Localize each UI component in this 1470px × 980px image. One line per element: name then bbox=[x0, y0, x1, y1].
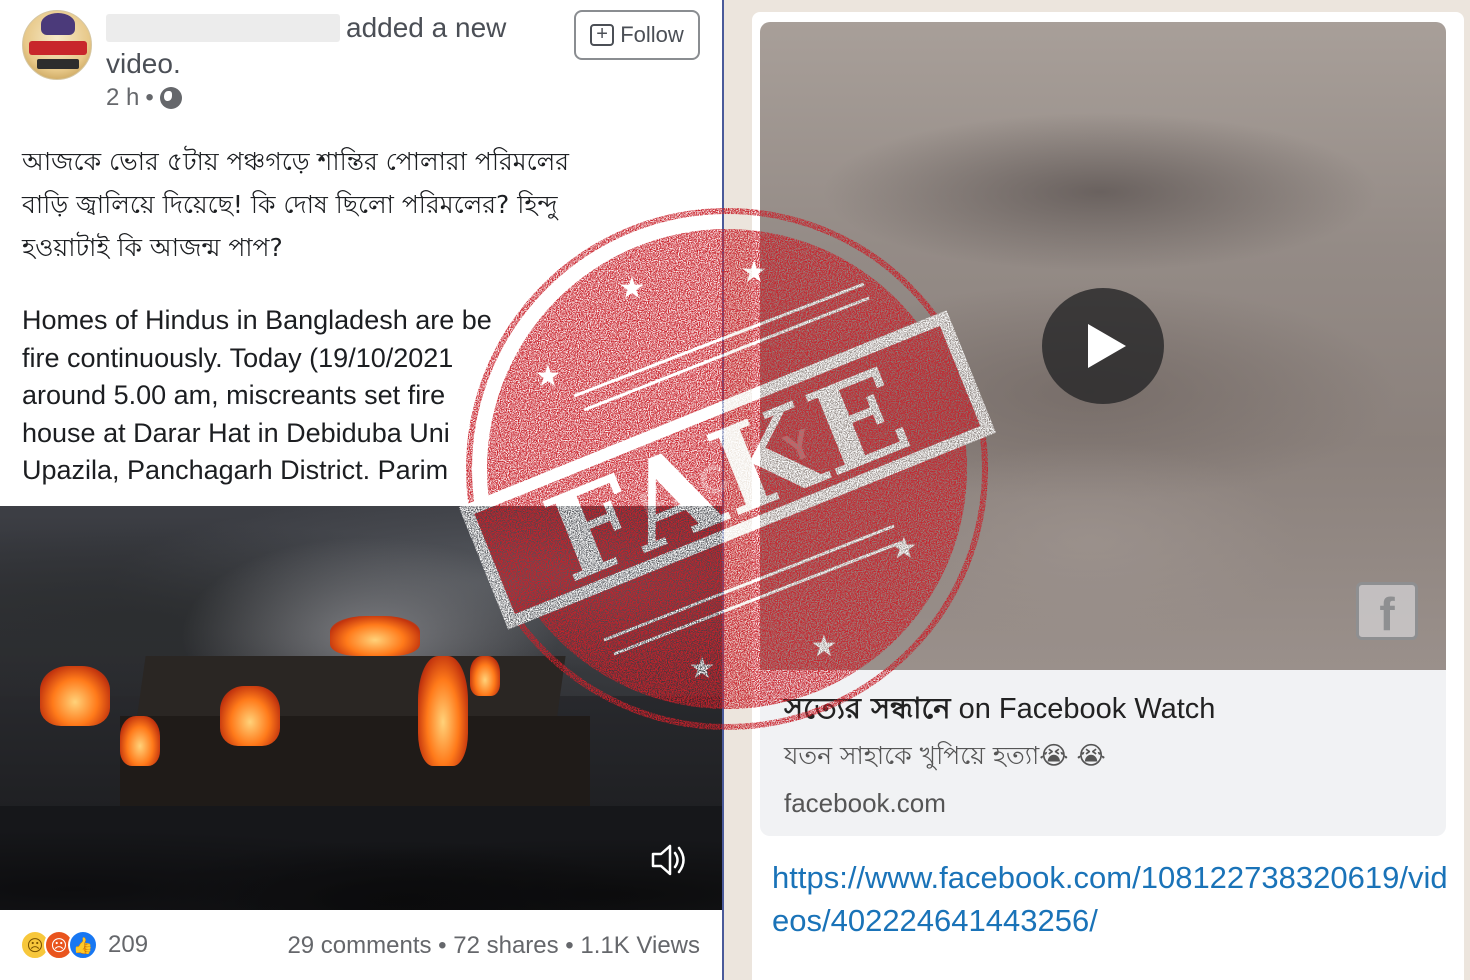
meta-separator: • bbox=[145, 84, 154, 111]
post-en-line: fire continuously. Today (19/10/2021 bbox=[22, 342, 454, 373]
post-en-line: around 5.00 am, miscreants set fire bbox=[22, 380, 446, 410]
post-meta: 2 h • bbox=[106, 84, 182, 112]
post-bn-line: আজকে ভোর ৫টায় পঞ্চগড়ে শান্তির পোলারা প… bbox=[22, 147, 570, 176]
fire-flame bbox=[418, 656, 468, 766]
follow-icon bbox=[590, 22, 615, 46]
post-bn-line: হওয়াটাই কি আজন্ম পাপ? bbox=[22, 233, 283, 262]
page-avatar[interactable] bbox=[22, 10, 92, 80]
reactions-summary[interactable]: ☹ ☹ 👍 209 bbox=[20, 930, 148, 960]
like-reaction-icon: 👍 bbox=[68, 930, 98, 960]
fire-flame bbox=[330, 616, 420, 656]
preview-domain: facebook.com bbox=[784, 788, 946, 818]
post-stats[interactable]: 29 comments • 72 shares • 1.1K Views bbox=[287, 932, 700, 960]
facebook-post-screenshot: added a new video. 2 h • Follow আজকে ভোর… bbox=[0, 0, 722, 980]
post-en-line: Upazila, Panchagarh District. Parim bbox=[22, 455, 449, 485]
whatsapp-message-screenshot: f সত্যের সন্ধানে on Facebook Watch যতন স… bbox=[724, 0, 1470, 980]
follow-label: Follow bbox=[620, 22, 684, 47]
post-video[interactable] bbox=[0, 506, 722, 910]
facebook-icon: f bbox=[1356, 582, 1418, 640]
fire-flame bbox=[220, 686, 280, 746]
speaker-icon[interactable] bbox=[650, 842, 690, 878]
fire-flame bbox=[120, 716, 160, 766]
video-thumbnail-blurred[interactable]: f bbox=[760, 22, 1446, 670]
post-en-line: Homes of Hindus in Bangladesh are be bbox=[22, 305, 492, 335]
globe-icon bbox=[159, 87, 182, 109]
fire-flame bbox=[40, 666, 110, 726]
follow-button[interactable]: Follow bbox=[574, 10, 700, 60]
preview-title-suffix: on Facebook Watch bbox=[950, 693, 1216, 725]
post-body-english: Homes of Hindus in Bangladesh are be fir… bbox=[22, 302, 712, 490]
post-bn-line: বাড়ি জ্বালিয়ে দিয়েছে! কি দোষ ছিলো পরি… bbox=[22, 190, 558, 219]
preview-description: যতন সাহাকে খুপিয়ে হত্যা😭 😭 bbox=[784, 741, 1106, 770]
header-action-text-2: video. bbox=[106, 48, 181, 79]
shared-link[interactable]: https://www.facebook.com/108122738320619… bbox=[772, 856, 1452, 942]
post-header: added a new video. bbox=[106, 10, 536, 82]
post-footer: ☹ ☹ 👍 209 29 comments • 72 shares • 1.1K… bbox=[0, 910, 722, 980]
header-action-text: added a new bbox=[346, 12, 507, 43]
play-icon[interactable] bbox=[1042, 288, 1164, 404]
post-time[interactable]: 2 h bbox=[106, 84, 139, 112]
fire-flame bbox=[470, 656, 500, 696]
preview-title-page: সত্যের সন্ধানে bbox=[784, 691, 951, 725]
preview-title: সত্যের সন্ধানে on Facebook Watch bbox=[784, 686, 1434, 735]
link-preview-card[interactable]: f সত্যের সন্ধানে on Facebook Watch যতন স… bbox=[760, 22, 1446, 836]
post-body-bengali: আজকে ভোর ৫টায় পঞ্চগড়ে শান্তির পোলারা প… bbox=[22, 140, 702, 269]
post-en-line: house at Darar Hat in Debiduba Uni bbox=[22, 417, 450, 448]
reaction-count: 209 bbox=[108, 931, 149, 958]
